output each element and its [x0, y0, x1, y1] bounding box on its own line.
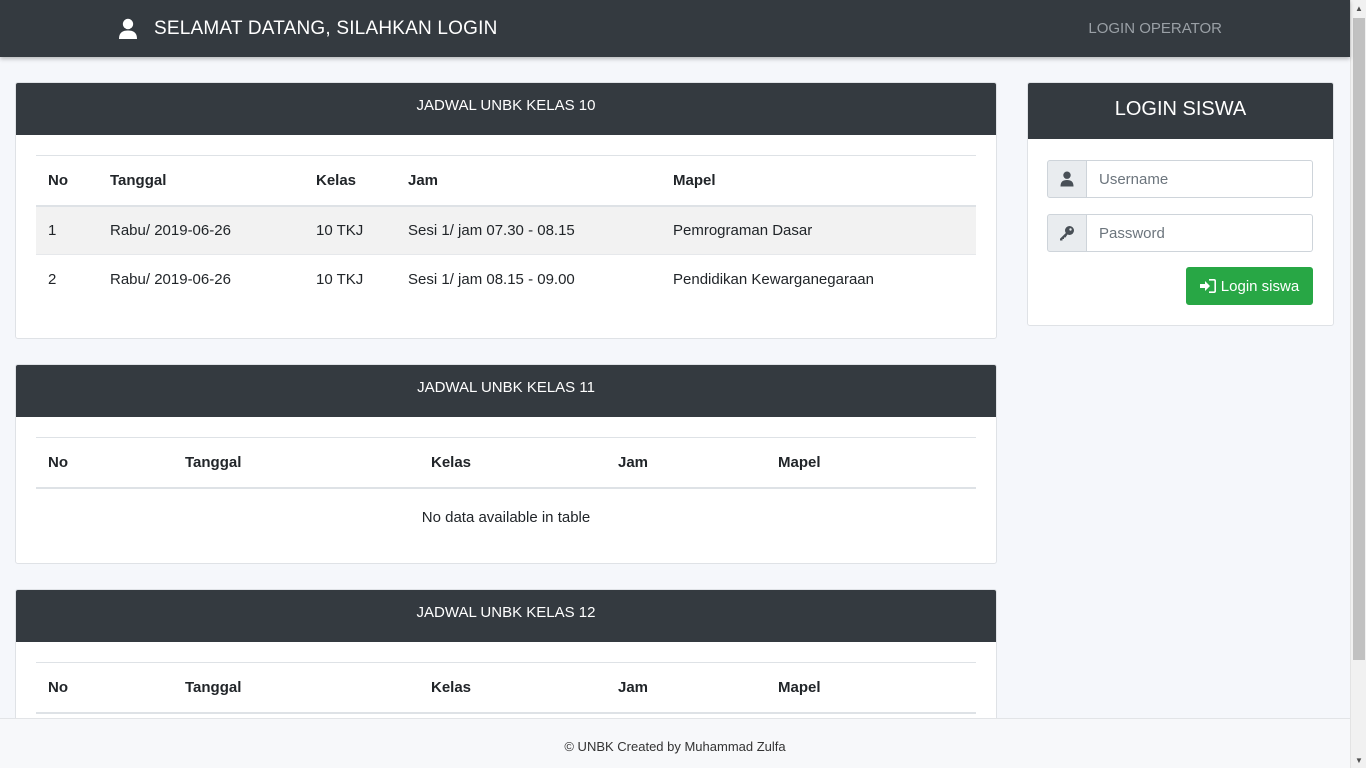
cell-mapel: Pendidikan Kewarganegaraan	[673, 270, 874, 288]
card-header: JADWAL UNBK KELAS 11	[16, 365, 996, 417]
vertical-scrollbar[interactable]: ▲ ▼	[1350, 0, 1366, 768]
column-header-tanggal[interactable]: Tanggal	[173, 437, 419, 489]
cell-jam: Sesi 1/ jam 08.15 - 09.00	[408, 270, 575, 288]
table-header-row: No Tanggal Kelas Jam Mapel	[36, 437, 976, 489]
cell-tanggal: Rabu/ 2019-06-26	[98, 205, 304, 255]
schedule-table: No Tanggal Kelas Jam Mapel 1 Rabu/ 2019-…	[36, 155, 976, 304]
column-header-jam[interactable]: Jam	[606, 662, 766, 714]
user-icon	[118, 18, 138, 40]
page-title: SELAMAT DATANG, SILAHKAN LOGIN	[154, 17, 498, 39]
username-input[interactable]	[1087, 160, 1313, 198]
cell-jam: Sesi 1/ jam 07.30 - 08.15	[396, 205, 661, 255]
table-header-row: No Tanggal Kelas Jam Mapel	[36, 662, 976, 714]
cell-kelas: 10 TKJ	[304, 205, 396, 255]
table-header-row: No Tanggal Kelas Jam Mapel	[36, 155, 976, 207]
schedule-card-kelas-11: JADWAL UNBK KELAS 11 No Tanggal Kelas Ja…	[15, 364, 997, 564]
footer-text: © UNBK Created by Muhammad Zulfa	[564, 739, 786, 754]
column-header-kelas[interactable]: Kelas	[304, 155, 396, 207]
column-header-jam[interactable]: Jam	[606, 437, 766, 489]
cell-mapel: Pemrograman Dasar	[661, 205, 976, 255]
column-header-no[interactable]: No	[36, 662, 173, 714]
table-row: 1 Rabu/ 2019-06-26 10 TKJ Sesi 1/ jam 07…	[36, 205, 976, 255]
column-header-mapel[interactable]: Mapel	[766, 437, 976, 489]
login-card: LOGIN SISWA Login siswa	[1027, 82, 1334, 326]
user-icon	[1047, 160, 1087, 198]
cell-no: 2	[48, 270, 57, 288]
empty-table-message: No data available in table	[421, 508, 591, 526]
card-header: JADWAL UNBK KELAS 10	[16, 83, 996, 135]
cell-no: 1	[36, 205, 98, 255]
column-header-tanggal[interactable]: Tanggal	[98, 155, 304, 207]
column-header-jam[interactable]: Jam	[396, 155, 661, 207]
password-input[interactable]	[1087, 214, 1313, 252]
login-button-label: Login siswa	[1220, 277, 1300, 295]
top-navbar: SELAMAT DATANG, SILAHKAN LOGIN LOGIN OPE…	[0, 0, 1350, 57]
table-empty-row: No data available in table	[36, 488, 976, 546]
key-icon	[1047, 214, 1087, 252]
column-header-no[interactable]: No	[36, 155, 98, 207]
password-group	[1047, 214, 1313, 252]
schedule-card-kelas-10: JADWAL UNBK KELAS 10 No Tanggal Kelas Ja…	[15, 82, 997, 339]
card-header: JADWAL UNBK KELAS 12	[16, 590, 996, 642]
cell-tanggal: Rabu/ 2019-06-26	[110, 270, 231, 288]
column-header-kelas[interactable]: Kelas	[419, 662, 606, 714]
table-row: 2 Rabu/ 2019-06-26 10 TKJ Sesi 1/ jam 08…	[36, 255, 976, 304]
column-header-mapel[interactable]: Mapel	[766, 662, 976, 714]
scroll-down-arrow-icon[interactable]: ▼	[1351, 752, 1366, 768]
footer: © UNBK Created by Muhammad Zulfa	[0, 718, 1350, 768]
login-operator-link[interactable]: LOGIN OPERATOR	[1088, 20, 1222, 37]
login-siswa-button[interactable]: Login siswa	[1186, 267, 1313, 305]
schedule-table: No Tanggal Kelas Jam Mapel No data avail…	[36, 437, 976, 546]
column-header-mapel[interactable]: Mapel	[661, 155, 976, 207]
sign-in-icon	[1199, 279, 1216, 293]
schedule-table: No Tanggal Kelas Jam Mapel	[36, 662, 976, 714]
navbar-brand: SELAMAT DATANG, SILAHKAN LOGIN	[118, 0, 498, 57]
scroll-up-arrow-icon[interactable]: ▲	[1351, 0, 1366, 16]
scrollbar-thumb[interactable]	[1353, 18, 1365, 660]
username-group	[1047, 160, 1313, 198]
cell-kelas: 10 TKJ	[316, 270, 364, 288]
column-header-tanggal[interactable]: Tanggal	[173, 662, 419, 714]
login-title: LOGIN SISWA	[1028, 83, 1333, 139]
column-header-kelas[interactable]: Kelas	[419, 437, 606, 489]
column-header-no[interactable]: No	[36, 437, 173, 489]
